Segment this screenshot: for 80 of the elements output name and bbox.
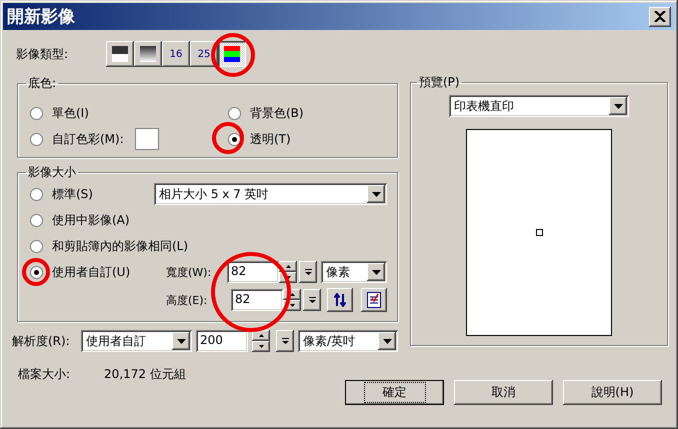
resolution-unit-dropdown[interactable]: 像素/英吋 <box>298 330 398 352</box>
document-check-button[interactable] <box>361 288 387 312</box>
radio-button[interactable] <box>30 106 43 120</box>
caret-icon <box>304 269 312 275</box>
image-type-button[interactable] <box>106 41 134 67</box>
gradient-square-icon <box>140 46 156 62</box>
caret-icon <box>372 270 380 274</box>
dialog-button[interactable]: 確定 <box>345 380 444 405</box>
number-field[interactable]: 200 <box>196 330 248 352</box>
radio-button[interactable] <box>30 188 43 200</box>
resolution-label: 解析度(R): <box>12 332 71 350</box>
caret-icon <box>282 338 288 344</box>
image-marker-icon <box>536 229 542 236</box>
color-bars-icon <box>224 46 240 62</box>
close-button[interactable] <box>649 6 671 26</box>
close-icon <box>654 11 666 22</box>
group-title: 底色: <box>27 75 58 92</box>
dialog-button[interactable]: 取消 <box>454 380 553 405</box>
down-arrow-icon <box>286 276 290 279</box>
radio-label: 背景色(B) <box>250 104 304 122</box>
color-swatch[interactable] <box>134 128 159 150</box>
caret-icon <box>308 297 316 303</box>
radio-label: 和剪貼簿內的影像相同(L) <box>52 238 188 254</box>
field-label: 高度(E): <box>166 292 208 308</box>
radio-label: 單色(I) <box>52 104 89 122</box>
unit-dropdown[interactable]: 像素 <box>321 261 387 283</box>
dialog-button[interactable]: 說明(H) <box>563 380 662 405</box>
swap-arrows-icon <box>334 293 346 307</box>
document-check-icon <box>367 292 381 308</box>
value-menu-button[interactable] <box>299 261 317 283</box>
caret-icon <box>382 338 392 344</box>
image-type-button[interactable] <box>134 41 162 67</box>
resolution-mode-dropdown[interactable]: 使用者自訂 <box>81 330 192 352</box>
file-size-label: 檔案大小: <box>18 366 70 383</box>
dropdown-button[interactable] <box>609 97 627 115</box>
image-type-label: 影像類型: <box>16 46 70 62</box>
radio-label: 使用中影像(A) <box>52 212 130 228</box>
dropdown-button[interactable] <box>367 185 385 203</box>
spin-buttons[interactable] <box>252 330 270 352</box>
two-tone-square-icon <box>112 46 128 62</box>
dropdown-button[interactable] <box>378 332 396 350</box>
group-title: 影像大小 <box>27 164 77 181</box>
up-arrow-icon <box>258 334 264 337</box>
highlight-circle <box>211 33 255 77</box>
caret-icon <box>372 192 380 196</box>
highlight-circle <box>212 122 244 154</box>
highlight-circle <box>22 258 50 286</box>
preset-dropdown[interactable]: 相片大小 5 x 7 英吋 <box>154 183 387 205</box>
up-arrow-icon <box>286 265 290 268</box>
file-size-value: 20,172 位元組 <box>104 366 186 383</box>
number-field[interactable]: 82 <box>227 261 279 283</box>
down-arrow-icon <box>258 345 264 348</box>
value-menu-button[interactable] <box>303 289 321 311</box>
radio-button[interactable] <box>30 132 43 146</box>
radio-button[interactable] <box>228 132 241 146</box>
up-arrow-icon <box>290 293 294 296</box>
radio-button[interactable] <box>30 214 43 226</box>
radio-button[interactable] <box>30 266 43 278</box>
radio-label: 使用者自訂(U) <box>52 264 130 280</box>
radio-button[interactable] <box>30 240 43 252</box>
preview-mode-dropdown[interactable]: 印表機直印 <box>449 95 629 117</box>
spin-buttons[interactable] <box>279 261 297 283</box>
image-type-button[interactable]: 16 <box>162 41 190 67</box>
number-field[interactable]: 82 <box>231 289 283 311</box>
radio-label: 自訂色彩(M): <box>52 130 124 148</box>
group-title: 預覽(P) <box>418 74 461 91</box>
field-label: 寬度(W): <box>166 264 212 280</box>
radio-button[interactable] <box>228 106 241 120</box>
window-title: 開新影像 <box>7 6 75 28</box>
swap-arrows-button[interactable] <box>327 288 353 312</box>
spin-buttons[interactable] <box>283 289 301 311</box>
radio-label: 透明(T) <box>250 130 291 148</box>
caret-icon <box>176 338 186 344</box>
dropdown-button[interactable] <box>367 263 385 281</box>
image-type-button[interactable] <box>218 41 246 67</box>
caret-icon <box>614 104 622 108</box>
down-arrow-icon <box>290 304 294 307</box>
value-menu-button[interactable] <box>276 330 294 352</box>
radio-label: 標準(S) <box>52 186 93 202</box>
dropdown-button[interactable] <box>172 332 190 350</box>
